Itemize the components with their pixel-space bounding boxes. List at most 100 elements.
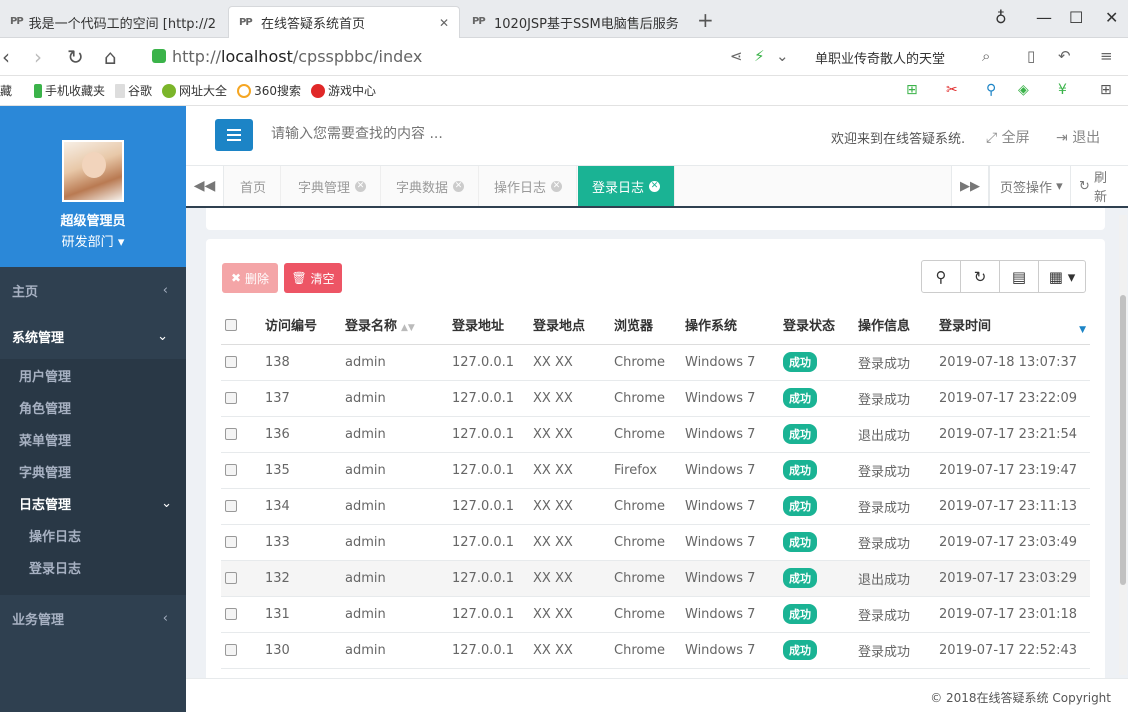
tab-operation-log[interactable]: 操作日志 ✕ xyxy=(480,166,578,206)
reader-icon[interactable]: ▯ xyxy=(1027,47,1035,65)
table-row[interactable]: 131 admin 127.0.0.1 XX XX Chrome Windows… xyxy=(221,596,1090,633)
undo-icon[interactable]: ↶ xyxy=(1058,47,1071,65)
page-ops-dropdown[interactable]: 页签操作 ▾ xyxy=(989,166,1073,206)
sidebar-item-business[interactable]: 业务管理 ‹ xyxy=(0,595,186,641)
tabs-scroll-right-icon[interactable]: ▶▶ xyxy=(951,166,989,206)
table-row[interactable]: 137 admin 127.0.0.1 XX XX Chrome Windows… xyxy=(221,380,1090,417)
dropdown-icon[interactable]: ⌄ xyxy=(776,47,789,65)
col-header-ip[interactable]: 登录地址 xyxy=(448,306,529,345)
columns-icon[interactable]: ▦ ▾ xyxy=(1039,261,1085,292)
col-header-status[interactable]: 登录状态 xyxy=(779,306,854,345)
maximize-icon[interactable]: ☐ xyxy=(1069,8,1083,27)
row-checkbox[interactable] xyxy=(225,428,237,440)
bookmark-item[interactable]: 手机收藏夹 xyxy=(34,82,105,99)
table-row[interactable]: 130 admin 127.0.0.1 XX XX Chrome Windows… xyxy=(221,632,1090,669)
browser-tab[interactable]: PP 1020JSP基于SSM电脑售后服务 xyxy=(462,6,690,38)
browser-tab[interactable]: PP 我是一个代码工的空间 [http://2 xyxy=(0,6,225,38)
tab-home[interactable]: 首页 xyxy=(226,166,282,206)
magnifier-icon[interactable]: ⚲ xyxy=(986,82,996,98)
sidebar-item-menus[interactable]: 菜单管理 xyxy=(0,423,186,455)
table-row[interactable]: 138 admin 127.0.0.1 XX XX Chrome Windows… xyxy=(221,344,1090,381)
home-icon[interactable]: ⌂ xyxy=(104,45,117,69)
sidebar-item-users[interactable]: 用户管理 xyxy=(0,359,186,391)
logout-button[interactable]: ⇥ 退出 xyxy=(1056,127,1100,147)
scrollbar-thumb[interactable] xyxy=(1120,295,1126,585)
hamburger-line xyxy=(227,139,241,141)
sidebar-item-system[interactable]: 系统管理 ⌄ xyxy=(0,313,186,359)
avatar[interactable] xyxy=(62,140,124,202)
bookmark-item[interactable]: 游戏中心 xyxy=(310,82,376,99)
sidebar-item-home[interactable]: 主页 ‹ xyxy=(0,267,186,313)
menu-toggle-button[interactable] xyxy=(215,119,253,151)
table-row[interactable]: 136 admin 127.0.0.1 XX XX Chrome Windows… xyxy=(221,416,1090,453)
share-icon[interactable]: ⋖ xyxy=(730,47,743,65)
sidebar-item-dicts[interactable]: 字典管理 xyxy=(0,455,186,487)
tab-dict-manage[interactable]: 字典管理 ✕ xyxy=(284,166,382,206)
page-scrollbar[interactable] xyxy=(1119,215,1127,675)
sidebar-item-roles[interactable]: 角色管理 xyxy=(0,391,186,423)
table-row[interactable]: 135 admin 127.0.0.1 XX XX Firefox Window… xyxy=(221,452,1090,489)
col-header-time[interactable]: 登录时间 ▼ xyxy=(935,306,1090,345)
col-header-location[interactable]: 登录地点 xyxy=(529,306,610,345)
row-checkbox[interactable] xyxy=(225,356,237,368)
skin-icon[interactable]: ♁ xyxy=(995,8,1007,27)
sidebar-item-logs[interactable]: 日志管理 ⌄ xyxy=(0,487,186,519)
refresh-tab-button[interactable]: ↻ 刷新 xyxy=(1070,166,1128,206)
close-window-icon[interactable]: ✕ xyxy=(1105,8,1118,27)
gamepad-icon[interactable]: ◈ xyxy=(1018,82,1029,98)
scissors-icon[interactable]: ✂ xyxy=(946,82,958,98)
table-row[interactable]: 134 admin 127.0.0.1 XX XX Chrome Windows… xyxy=(221,488,1090,525)
back-icon[interactable]: ‹ xyxy=(2,45,10,69)
search-input[interactable] xyxy=(271,126,571,142)
col-header-id[interactable]: 访问编号 xyxy=(261,306,341,345)
fullscreen-button[interactable]: ⤢ 全屏 xyxy=(986,127,1030,147)
url-field[interactable]: http://localhost/cpsspbbc/index xyxy=(152,47,422,66)
new-tab-icon[interactable]: + xyxy=(697,8,714,32)
tab-dict-data[interactable]: 字典数据 ✕ xyxy=(382,166,480,206)
select-all-checkbox[interactable] xyxy=(225,318,237,331)
col-header-browser[interactable]: 浏览器 xyxy=(610,306,681,345)
bookmark-item[interactable]: 网址大全 xyxy=(162,82,227,99)
row-checkbox[interactable] xyxy=(225,608,237,620)
row-checkbox[interactable] xyxy=(225,464,237,476)
close-tab-icon[interactable]: ✕ xyxy=(355,180,367,192)
col-header-os[interactable]: 操作系统 xyxy=(681,306,779,345)
add-extension-icon[interactable]: ⊞ xyxy=(906,82,918,98)
close-tab-icon[interactable]: ✕ xyxy=(649,180,661,192)
row-checkbox[interactable] xyxy=(225,392,237,404)
refresh-icon[interactable]: ↻ xyxy=(961,261,1000,292)
toggle-view-icon[interactable]: ▤ xyxy=(1000,261,1039,292)
department-dropdown[interactable]: 研发部门 ▾ xyxy=(0,231,186,250)
tabs-scroll-left-icon[interactable]: ◀◀ xyxy=(186,166,224,206)
search-icon[interactable]: ⚲ xyxy=(922,261,961,292)
row-checkbox[interactable] xyxy=(225,572,237,584)
search-icon[interactable]: ⌕ xyxy=(982,47,990,65)
col-header-name[interactable]: 登录名称 ▲▼ xyxy=(341,306,448,345)
sidebar-item-operation-log[interactable]: 操作日志 xyxy=(0,519,186,551)
reload-icon[interactable]: ↻ xyxy=(67,45,84,69)
browser-menu-icon[interactable]: ≡ xyxy=(1100,47,1113,65)
apps-grid-icon[interactable]: ⊞ xyxy=(1100,82,1112,98)
close-tab-icon[interactable]: ✕ xyxy=(453,180,465,192)
row-checkbox[interactable] xyxy=(225,500,237,512)
bookmark-item[interactable]: 360搜索 xyxy=(237,82,301,99)
row-checkbox[interactable] xyxy=(225,536,237,548)
col-header-message[interactable]: 操作信息 xyxy=(854,306,935,345)
tab-login-log[interactable]: 登录日志 ✕ xyxy=(578,166,676,206)
browser-tab-active[interactable]: PP 在线答疑系统首页 ✕ xyxy=(228,6,460,38)
speed-icon[interactable]: ⚡ xyxy=(754,47,765,65)
close-tab-icon[interactable]: ✕ xyxy=(551,180,563,192)
bookmark-item[interactable]: 藏 xyxy=(0,82,12,99)
bookmark-item[interactable]: 谷歌 xyxy=(115,82,152,99)
table-row[interactable]: 132 admin 127.0.0.1 XX XX Chrome Windows… xyxy=(221,560,1090,597)
row-checkbox[interactable] xyxy=(225,644,237,656)
forward-icon[interactable]: › xyxy=(34,45,42,69)
close-tab-icon[interactable]: ✕ xyxy=(431,16,449,30)
sidebar-item-login-log[interactable]: 登录日志 xyxy=(0,551,186,583)
wallet-icon[interactable]: ¥ xyxy=(1058,82,1067,98)
minimize-icon[interactable]: — xyxy=(1036,8,1052,27)
delete-button[interactable]: ✖ 删除 xyxy=(222,263,278,293)
clear-button[interactable]: 🗑 清空 xyxy=(284,263,342,293)
browser-search-hint[interactable]: 单职业传奇散人的天堂 xyxy=(815,48,945,67)
table-row[interactable]: 133 admin 127.0.0.1 XX XX Chrome Windows… xyxy=(221,524,1090,561)
